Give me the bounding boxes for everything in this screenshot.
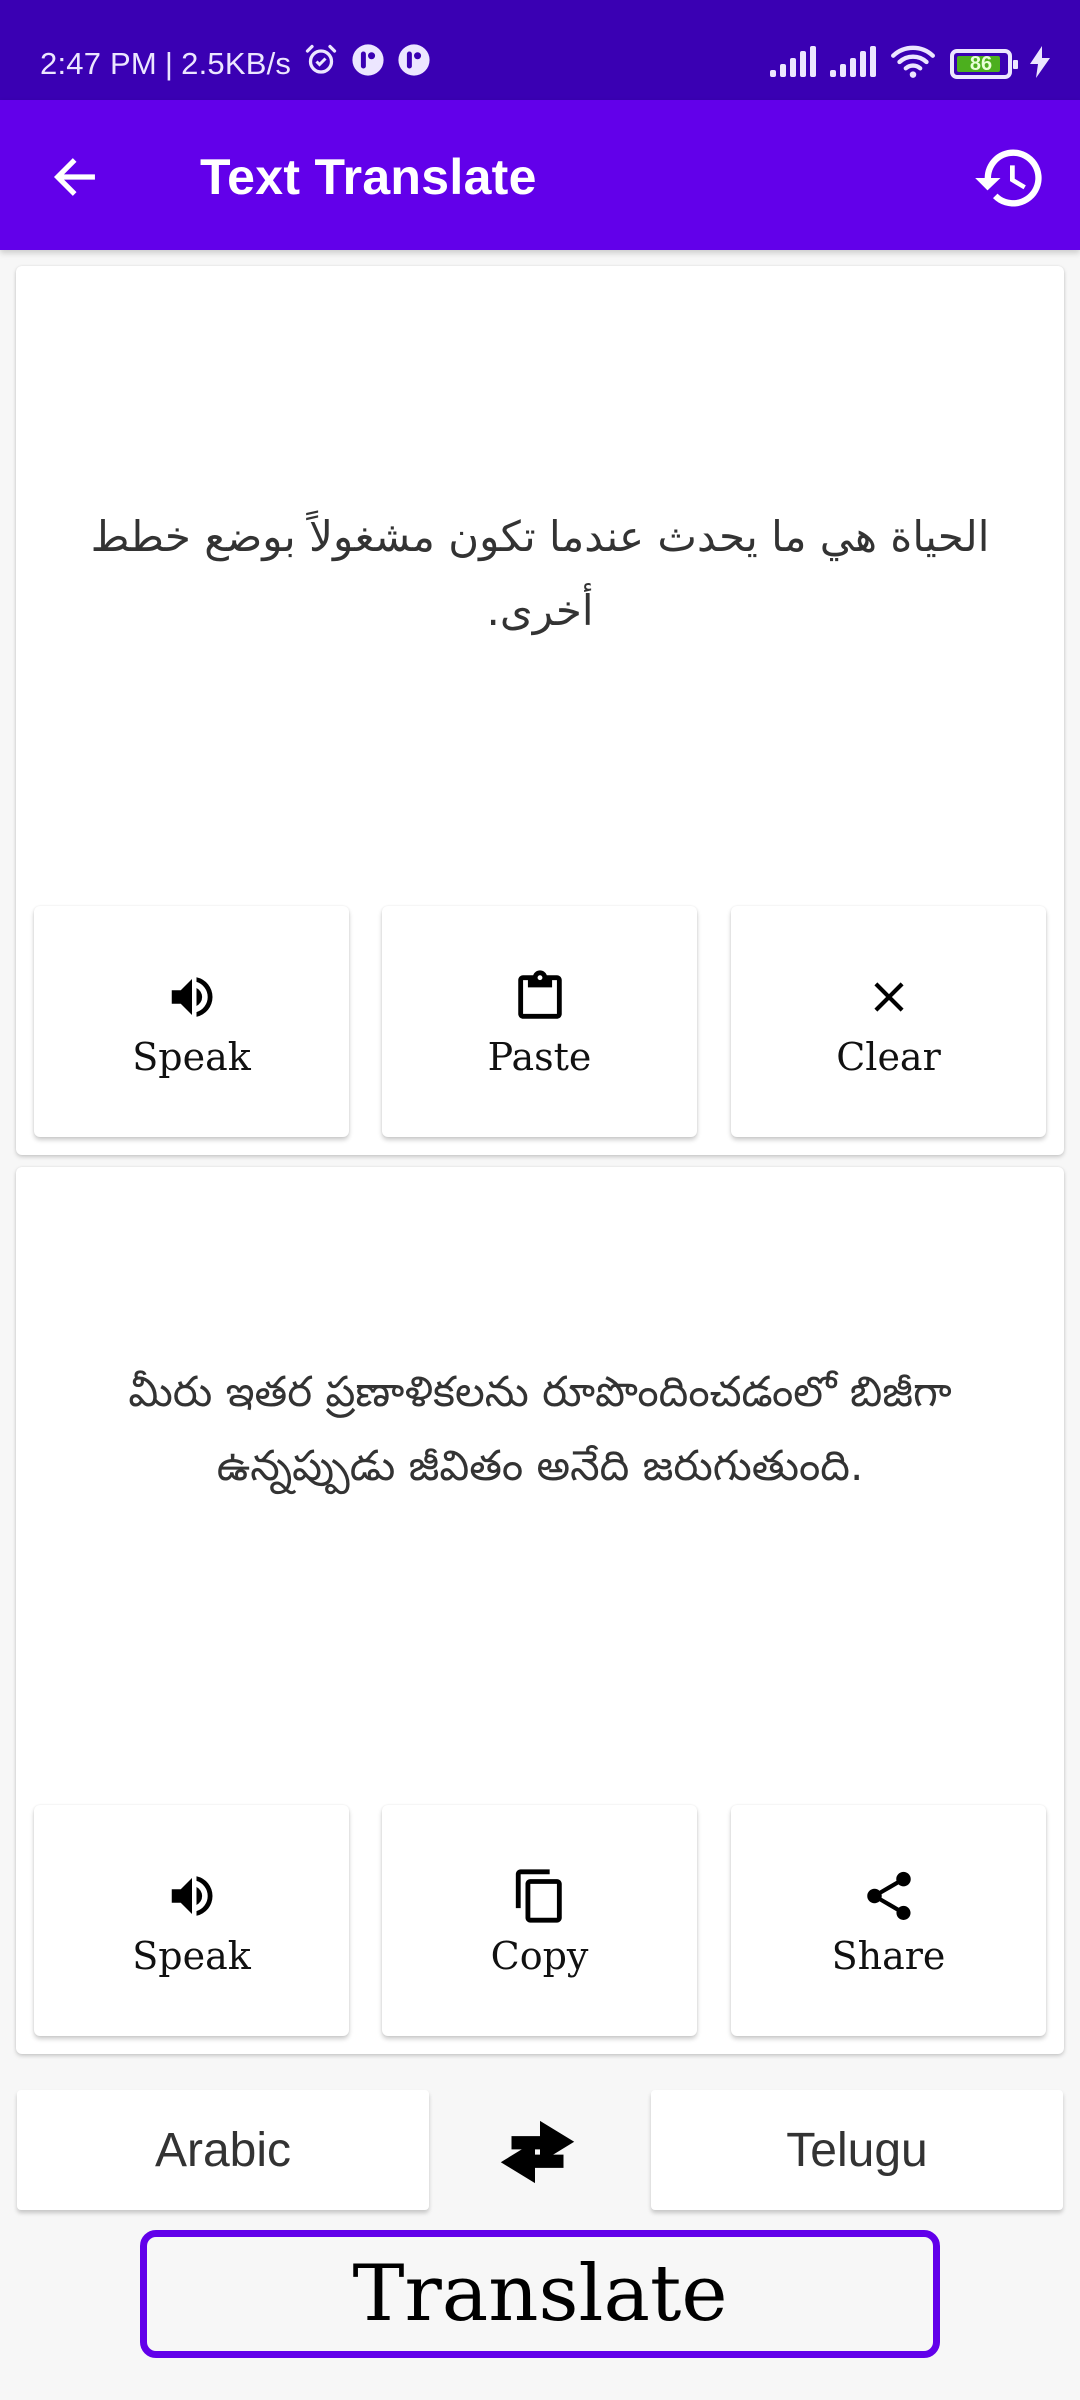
- copy-label: Copy: [490, 1933, 589, 1978]
- speak-label: Speak: [132, 1933, 251, 1978]
- status-left: 2:47 PM | 2.5KB/s: [40, 44, 431, 84]
- clipboard-icon: [510, 965, 570, 1029]
- history-button[interactable]: [970, 138, 1050, 218]
- wifi-icon: [890, 44, 936, 85]
- page-title: Text Translate: [200, 149, 537, 205]
- charging-icon: [1030, 45, 1050, 83]
- target-language-selector[interactable]: Telugu: [651, 2090, 1063, 2210]
- alarm-icon: [303, 42, 339, 86]
- share-icon: [859, 1864, 919, 1928]
- paste-label: Paste: [487, 1034, 592, 1079]
- source-text[interactable]: الحياة هي ما يحدث عندما تكون مشغولاً بوض…: [76, 500, 1004, 648]
- signal-icon: [770, 45, 816, 83]
- speak-label: Speak: [132, 1034, 251, 1079]
- share-button[interactable]: Share: [731, 1805, 1046, 2036]
- status-separator: |: [164, 46, 174, 81]
- paste-button[interactable]: Paste: [382, 906, 697, 1137]
- clear-label: Clear: [836, 1034, 941, 1079]
- arrow-back-icon: [53, 158, 95, 196]
- speak-translation-button[interactable]: Speak: [34, 1805, 349, 2036]
- back-button[interactable]: [40, 142, 110, 212]
- app-notification-icon: [351, 43, 385, 85]
- history-icon: [975, 149, 1042, 207]
- swap-icon: [500, 2120, 575, 2184]
- status-bar: 2:47 PM | 2.5KB/s 86: [0, 0, 1080, 100]
- clear-button[interactable]: Clear: [731, 906, 1046, 1137]
- battery-level: 86: [969, 52, 993, 75]
- signal-icon: [830, 45, 876, 83]
- battery-icon: 86: [950, 49, 1018, 79]
- translated-text: మీరు ఇతర ప్రణాళికలను రూపొందించడంలో బిజీగ…: [128, 1367, 952, 1490]
- status-right: 86: [756, 44, 1050, 84]
- copy-icon: [510, 1864, 570, 1928]
- share-label: Share: [831, 1933, 946, 1978]
- speaker-icon: [162, 965, 222, 1029]
- speaker-icon: [162, 1864, 222, 1928]
- app-notification-icon: [397, 43, 431, 85]
- status-time: 2:47 PM: [40, 46, 157, 81]
- status-net-speed: 2.5KB/s: [181, 46, 292, 81]
- close-icon: [859, 965, 919, 1029]
- translate-button[interactable]: Translate: [140, 2230, 940, 2358]
- copy-button[interactable]: Copy: [382, 1805, 697, 2036]
- source-language-selector[interactable]: Arabic: [17, 2090, 429, 2210]
- swap-languages-button[interactable]: [486, 2108, 596, 2198]
- app-bar: Text Translate: [0, 100, 1080, 250]
- speak-source-button[interactable]: Speak: [34, 906, 349, 1137]
